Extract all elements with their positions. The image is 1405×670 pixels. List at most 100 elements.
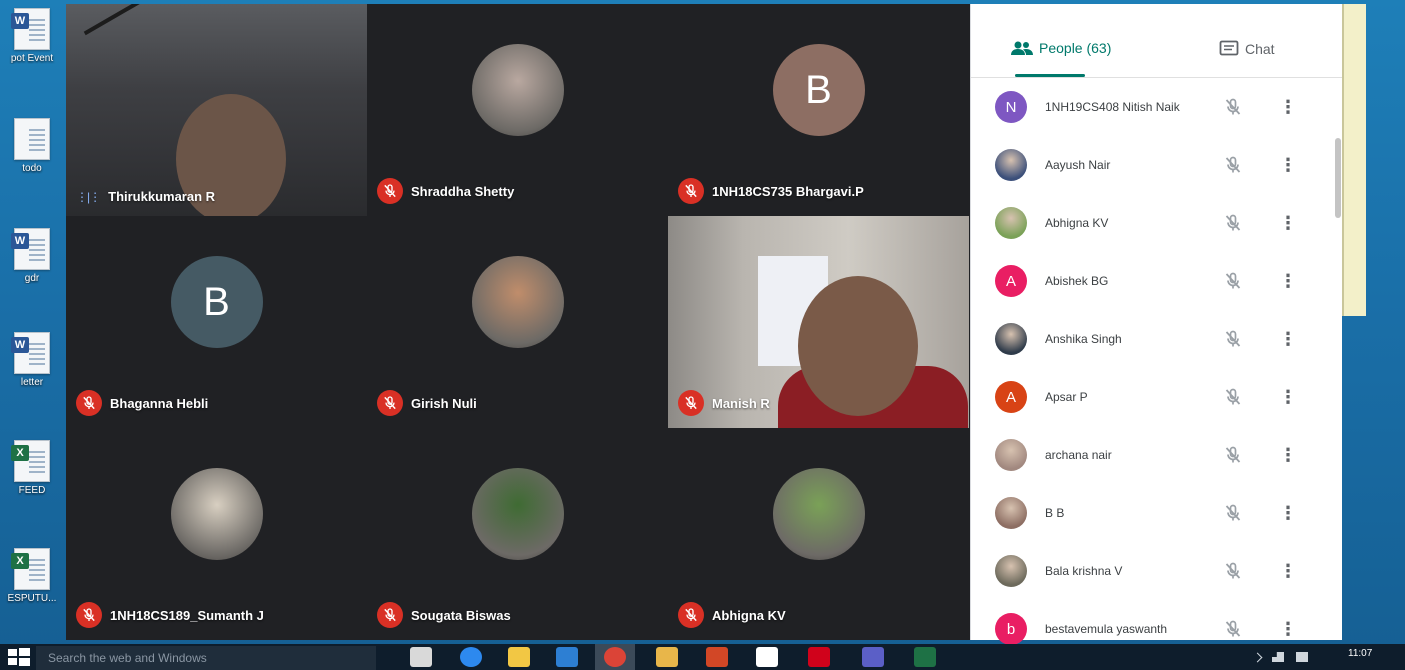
desktop-icon-label: gdr	[24, 273, 40, 284]
more-options-icon[interactable]: ⋮	[1279, 503, 1297, 523]
mute-status[interactable]	[1223, 155, 1243, 175]
muted-badge	[76, 602, 102, 628]
participant-tile[interactable]: B Bhaganna Hebli	[66, 216, 367, 428]
more-options-icon[interactable]: ⋮	[1279, 445, 1297, 465]
mute-status[interactable]	[1223, 213, 1243, 233]
participant-name-row: Bhaganna Hebli	[76, 390, 208, 416]
participant-tile[interactable]: Abhigna KV	[668, 428, 969, 640]
network-icon[interactable]	[1272, 652, 1284, 662]
mic-off-icon	[1225, 504, 1241, 521]
clock[interactable]: 11:07	[1348, 648, 1372, 659]
participant-list-name: archana nair	[1045, 448, 1112, 462]
scrollbar-thumb[interactable]	[1335, 138, 1341, 218]
tab-chat-label: Chat	[1245, 41, 1275, 57]
mute-status[interactable]	[1223, 271, 1243, 291]
desktop-icon[interactable]: todo	[2, 118, 62, 174]
participant-avatar: B	[772, 44, 865, 136]
mute-status[interactable]	[1223, 387, 1243, 407]
more-options-icon[interactable]: ⋮	[1279, 97, 1297, 117]
participant-tile[interactable]: Manish R	[668, 216, 969, 428]
mute-status[interactable]	[1223, 561, 1243, 581]
mute-status[interactable]	[1223, 619, 1243, 639]
file-type-badge: W	[11, 233, 29, 249]
mute-status[interactable]	[1223, 445, 1243, 465]
participant-list-item[interactable]: A Abishek BG ⋮	[971, 252, 1321, 310]
participant-avatar: A	[995, 381, 1027, 413]
teams-icon[interactable]	[862, 647, 884, 667]
desktop-icon-label: FEED	[18, 485, 46, 496]
participant-name-row: Manish R	[678, 390, 770, 416]
desktop-icon[interactable]: X ESPUTU...	[2, 548, 62, 604]
participant-list-item[interactable]: A Apsar P ⋮	[971, 368, 1321, 426]
participant-list-item[interactable]: Aayush Nair ⋮	[971, 136, 1321, 194]
desktop-icon[interactable]: Wpot Event	[2, 8, 62, 64]
windows-start-icon[interactable]	[8, 648, 30, 666]
powerpoint-icon[interactable]	[706, 647, 728, 667]
desktop-icon-label: pot Event	[10, 53, 54, 64]
participant-avatar	[995, 555, 1027, 587]
chevron-up-icon[interactable]	[1252, 652, 1263, 663]
store-icon[interactable]	[756, 647, 778, 667]
participant-tile[interactable]: ⋮|⋮ Thirukkumaran R	[66, 4, 367, 216]
folder-icon[interactable]	[656, 647, 678, 667]
more-options-icon[interactable]: ⋮	[1279, 271, 1297, 291]
more-options-icon[interactable]: ⋮	[1279, 619, 1297, 639]
participant-list-item[interactable]: archana nair ⋮	[971, 426, 1321, 484]
task-view-icon[interactable]	[410, 647, 432, 667]
mic-off-icon	[1225, 620, 1241, 637]
mute-status[interactable]	[1223, 329, 1243, 349]
participant-name-row: ⋮|⋮ Thirukkumaran R	[76, 189, 215, 204]
desktop-icon[interactable]: Wletter	[2, 332, 62, 388]
participant-name: 1NH18CS735 Bhargavi.P	[712, 183, 864, 199]
participant-list-name: B B	[1045, 506, 1065, 520]
muted-badge	[377, 390, 403, 416]
participant-list-item[interactable]: Abhigna KV ⋮	[971, 194, 1321, 252]
desktop-icon[interactable]: X FEED	[2, 440, 62, 496]
participant-list-name: Apsar P	[1045, 390, 1088, 404]
participant-avatar	[995, 149, 1027, 181]
more-options-icon[interactable]: ⋮	[1279, 561, 1297, 581]
chrome-icon[interactable]	[604, 647, 626, 667]
participant-list-item[interactable]: N 1NH19CS408 Nitish Naik ⋮	[971, 78, 1321, 136]
cortana-icon[interactable]	[460, 647, 482, 667]
document-icon: W	[11, 332, 50, 374]
mic-off-icon	[1225, 330, 1241, 347]
participant-name-row: Sougata Biswas	[377, 602, 511, 628]
participant-tile[interactable]: 1NH18CS189_Sumanth J	[66, 428, 367, 640]
desktop-icon-label: letter	[20, 377, 44, 388]
speaking-indicator-icon: ⋮|⋮	[76, 189, 101, 204]
desktop-icons: Wpot Event todo Wgdr Wletter X FEED X ESPUTU...	[0, 0, 66, 640]
participant-list-item[interactable]: Anshika Singh ⋮	[971, 310, 1321, 368]
participant-list-name: 1NH19CS408 Nitish Naik	[1045, 100, 1180, 114]
notification-icon[interactable]	[1296, 652, 1308, 662]
background-window-edge[interactable]	[1342, 4, 1366, 316]
more-options-icon[interactable]: ⋮	[1279, 387, 1297, 407]
acrobat-icon[interactable]	[808, 647, 830, 667]
participant-name: Sougata Biswas	[411, 607, 511, 623]
participant-list-item[interactable]: B B ⋮	[971, 484, 1321, 542]
tab-chat[interactable]: Chat	[1219, 40, 1275, 58]
participant-tile[interactable]: B 1NH18CS735 Bhargavi.P	[668, 4, 969, 216]
more-options-icon[interactable]: ⋮	[1279, 213, 1297, 233]
participant-list-name: Abhigna KV	[1045, 216, 1109, 230]
more-options-icon[interactable]: ⋮	[1279, 329, 1297, 349]
edge-icon[interactable]	[556, 647, 578, 667]
mic-off-icon	[1225, 156, 1241, 173]
tab-people[interactable]: People (63)	[1011, 40, 1111, 56]
participant-tile[interactable]: Girish Nuli	[367, 216, 668, 428]
participant-list-item[interactable]: Bala krishna V ⋮	[971, 542, 1321, 600]
more-options-icon[interactable]: ⋮	[1279, 155, 1297, 175]
taskbar-search-input[interactable]: Search the web and Windows	[36, 646, 376, 670]
participant-tile[interactable]: Shraddha Shetty	[367, 4, 668, 216]
mic-off-icon	[1225, 388, 1241, 405]
panel-scrollbar[interactable]	[1333, 78, 1341, 638]
participant-list-name: bestavemula yaswanth	[1045, 622, 1168, 636]
mute-status[interactable]	[1223, 503, 1243, 523]
participant-tile[interactable]: Sougata Biswas	[367, 428, 668, 640]
mic-off-icon	[1225, 562, 1241, 579]
desktop-icon[interactable]: Wgdr	[2, 228, 62, 284]
file-explorer-icon[interactable]	[508, 647, 530, 667]
file-type-badge: W	[11, 337, 29, 353]
mute-status[interactable]	[1223, 97, 1243, 117]
excel-icon[interactable]	[914, 647, 936, 667]
